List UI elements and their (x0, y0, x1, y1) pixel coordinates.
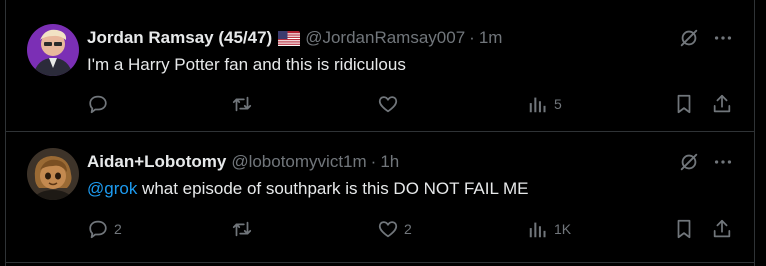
tweet[interactable]: Aidan+Lobotomy @lobotomyvict1m · 1h @gro… (6, 132, 754, 262)
tweet-body: I'm a Harry Potter fan and this is ridic… (87, 55, 406, 74)
tweet-text: I'm a Harry Potter fan and this is ridic… (87, 55, 406, 75)
views-count: 5 (554, 96, 562, 112)
separator-dot: · (469, 28, 475, 47)
bookmark-icon (673, 218, 695, 240)
bookmark-button[interactable] (673, 93, 695, 115)
views-button[interactable]: 5 (527, 93, 562, 115)
mention-link[interactable]: @grok (87, 179, 137, 198)
display-name[interactable]: Aidan+Lobotomy (87, 152, 226, 172)
reply-button[interactable] (87, 93, 114, 115)
us-flag-icon (278, 30, 301, 46)
views-count: 1K (554, 221, 572, 237)
share-button[interactable] (711, 93, 733, 115)
timeline-right-border (754, 0, 755, 266)
display-name[interactable]: Jordan Ramsay (45/47) (87, 28, 272, 48)
retweet-button[interactable] (231, 218, 258, 240)
retweet-button[interactable] (231, 93, 258, 115)
like-button[interactable] (377, 93, 404, 115)
more-icon[interactable] (711, 150, 735, 174)
share-button[interactable] (711, 218, 733, 240)
retweet-icon (231, 93, 253, 115)
like-count: 2 (404, 221, 412, 237)
views-icon (527, 93, 549, 115)
user-handle[interactable]: @lobotomyvict1m (231, 152, 366, 172)
reply-count: 2 (114, 221, 122, 237)
user-handle[interactable]: @JordanRamsay007 (305, 28, 465, 48)
tweet-header: Aidan+Lobotomy @lobotomyvict1m · 1h (87, 150, 399, 174)
bookmark-icon (673, 93, 695, 115)
timestamp[interactable]: 1h (380, 152, 399, 172)
grok-icon[interactable] (677, 150, 701, 174)
share-icon (711, 218, 733, 240)
tweet-body: what episode of southpark is this DO NOT… (137, 179, 529, 198)
tweet-text: @grok what episode of southpark is this … (87, 179, 529, 199)
avatar[interactable] (27, 148, 79, 200)
tweet[interactable]: Jordan Ramsay (45/47) @JordanRamsay007 ·… (6, 8, 754, 130)
separator-dot: · (370, 152, 377, 171)
timestamp[interactable]: 1m (479, 28, 503, 48)
tweet-divider (5, 262, 755, 263)
share-icon (711, 93, 733, 115)
views-icon (527, 218, 549, 240)
reply-icon (87, 218, 109, 240)
views-button[interactable]: 1K (527, 218, 571, 240)
retweet-icon (231, 218, 253, 240)
grok-icon[interactable] (677, 26, 701, 50)
like-icon (377, 218, 399, 240)
tweet-header: Jordan Ramsay (45/47) @JordanRamsay007 ·… (87, 26, 502, 50)
more-icon[interactable] (711, 26, 735, 50)
bookmark-button[interactable] (673, 218, 695, 240)
reply-button[interactable]: 2 (87, 218, 122, 240)
like-button[interactable]: 2 (377, 218, 412, 240)
like-icon (377, 93, 399, 115)
avatar[interactable] (27, 24, 79, 76)
reply-icon (87, 93, 109, 115)
